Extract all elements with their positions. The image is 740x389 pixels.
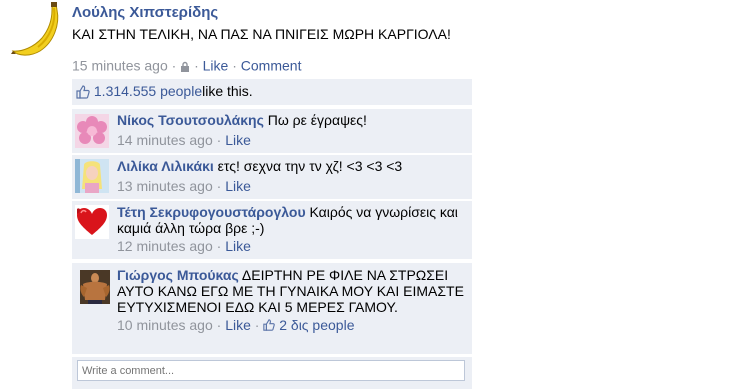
separator: · bbox=[171, 57, 177, 74]
bodybuilder-avatar[interactable] bbox=[80, 270, 110, 304]
comment-time[interactable]: 13 minutes ago bbox=[117, 178, 213, 194]
likes-count-link[interactable]: 1.314.555 people bbox=[94, 83, 202, 99]
post-time[interactable]: 15 minutes ago bbox=[72, 57, 168, 73]
comment-composer bbox=[72, 357, 472, 389]
post-text: ΚΑΙ ΣΤΗΝ ΤΕΛΙΚΗ, ΝΑ ΠΑΣ ΝΑ ΠΝΙΓΕΙΣ ΜΩΡΗ … bbox=[72, 26, 451, 42]
hearts-avatar[interactable] bbox=[75, 205, 109, 239]
comment-item: Τέτη Σεκρυφογουστάρογλου Καιρός να γνωρί… bbox=[72, 201, 472, 259]
comment-author[interactable]: Τέτη Σεκρυφογουστάρογλου bbox=[117, 204, 306, 220]
comment-meta: 13 minutes ago · Like bbox=[117, 178, 251, 194]
likes-suffix: like this. bbox=[202, 83, 253, 99]
comment-time[interactable]: 14 minutes ago bbox=[117, 132, 213, 148]
comment-item: Λιλίκα Λιλικάκι ετς! σεχνα την τν χζ! <3… bbox=[72, 155, 472, 199]
doll-avatar[interactable] bbox=[75, 159, 109, 193]
thumbs-up-icon bbox=[263, 317, 279, 333]
comment-item: Γιώργος Μπούκας ΔΕΙΡΤΗΝ ΡΕ ΦΙΛΕ ΝΑ ΣΤΡΩΣ… bbox=[72, 263, 472, 354]
post-meta: 15 minutes ago · · Like · Comment bbox=[72, 56, 301, 73]
post-author[interactable]: Λούλης Χιπστερίδης bbox=[72, 4, 218, 21]
likes-summary: 1.314.555 peoplelike this. bbox=[72, 79, 472, 105]
comment-like-link[interactable]: Like bbox=[225, 238, 251, 254]
thumbs-up-icon bbox=[76, 85, 90, 99]
flower-avatar[interactable] bbox=[75, 114, 109, 148]
comment-meta: 14 minutes ago · Like bbox=[117, 132, 251, 148]
banana-icon[interactable] bbox=[10, 2, 64, 58]
separator: · bbox=[232, 57, 237, 74]
comment-author[interactable]: Γιώργος Μπούκας bbox=[117, 267, 239, 283]
comment-time[interactable]: 12 minutes ago bbox=[117, 238, 213, 254]
comment-input[interactable] bbox=[77, 360, 465, 381]
comment-meta: 10 minutes ago · Like · 2 δις people bbox=[117, 317, 355, 333]
comment-meta: 12 minutes ago · Like bbox=[117, 238, 251, 254]
post-comment-link[interactable]: Comment bbox=[241, 57, 302, 73]
comment-likes-count[interactable]: 2 δις people bbox=[279, 317, 354, 333]
comment-item: Νίκος Τσουτσουλάκης Πω ρε έγραψες! 14 mi… bbox=[72, 109, 472, 153]
comment-like-link[interactable]: Like bbox=[225, 317, 251, 333]
comment-like-link[interactable]: Like bbox=[225, 178, 251, 194]
comment-like-link[interactable]: Like bbox=[225, 132, 251, 148]
lock-icon bbox=[180, 57, 194, 73]
comment-author[interactable]: Λιλίκα Λιλικάκι bbox=[117, 158, 214, 174]
comment-text: ετς! σεχνα την τν χζ! <3 <3 <3 bbox=[217, 158, 403, 174]
comment-time[interactable]: 10 minutes ago bbox=[117, 317, 213, 333]
comment-text: Πω ρε έγραψες! bbox=[267, 112, 367, 128]
post-like-link[interactable]: Like bbox=[203, 57, 229, 73]
comment-author[interactable]: Νίκος Τσουτσουλάκης bbox=[117, 112, 264, 128]
separator: · bbox=[194, 57, 199, 74]
